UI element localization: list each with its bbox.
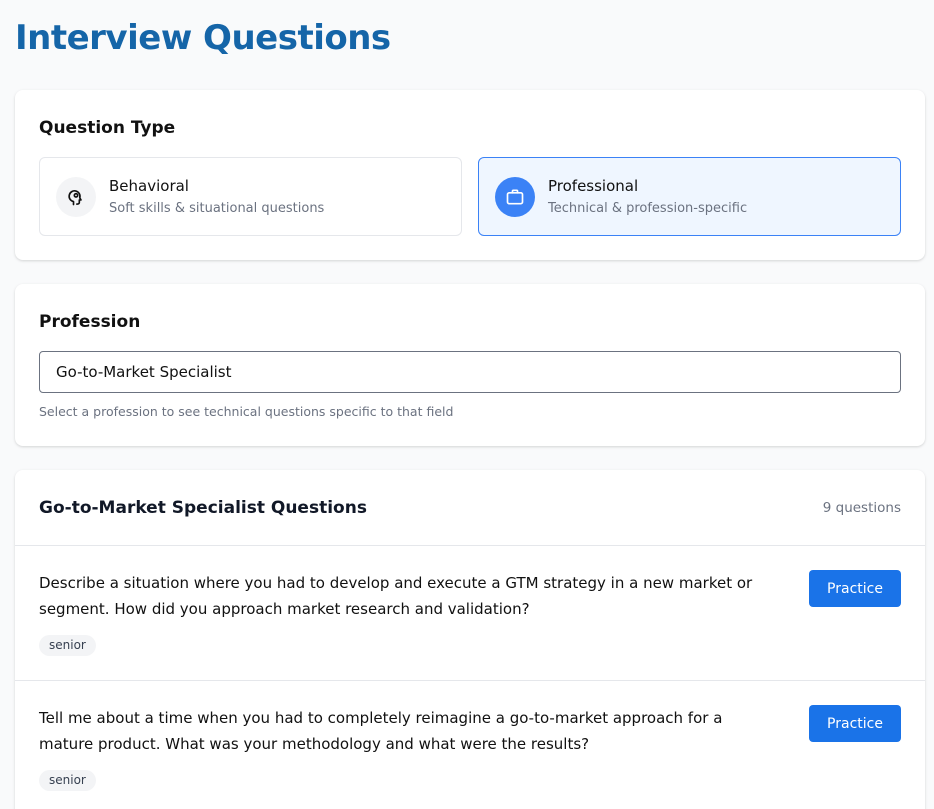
practice-button[interactable]: Practice: [809, 570, 901, 607]
type-option-description: Technical & profession-specific: [548, 201, 748, 216]
level-badge: senior: [39, 635, 96, 656]
type-option-behavioral[interactable]: Behavioral Soft skills & situational que…: [39, 157, 462, 236]
type-option-label: Professional: [548, 177, 639, 195]
questions-card: Go-to-Market Specialist Questions 9 ques…: [15, 470, 925, 809]
questions-title: Go-to-Market Specialist Questions: [39, 498, 367, 518]
questions-header: Go-to-Market Specialist Questions 9 ques…: [15, 470, 925, 546]
profession-helper-text: Select a profession to see technical que…: [39, 404, 454, 419]
type-option-professional[interactable]: Professional Technical & profession-spec…: [478, 157, 901, 236]
level-badge: senior: [39, 770, 96, 791]
question-item: Describe a situation where you had to de…: [15, 546, 925, 681]
practice-button[interactable]: Practice: [809, 705, 901, 742]
question-text: Tell me about a time when you had to com…: [39, 709, 723, 753]
question-count: 9 questions: [822, 500, 901, 516]
profession-heading: Profession: [39, 312, 141, 332]
briefcase-icon: [495, 177, 535, 217]
profession-input[interactable]: [39, 351, 901, 393]
question-type-card: Question Type Behavioral Soft skills & s…: [15, 90, 925, 260]
page-title: Interview Questions: [15, 18, 391, 58]
question-text: Describe a situation where you had to de…: [39, 574, 753, 618]
head-icon: [56, 177, 96, 217]
profession-card: Profession Select a profession to see te…: [15, 284, 925, 446]
type-option-description: Soft skills & situational questions: [109, 201, 325, 216]
question-item: Tell me about a time when you had to com…: [15, 681, 925, 809]
type-option-label: Behavioral: [109, 177, 189, 195]
question-type-heading: Question Type: [39, 118, 176, 138]
